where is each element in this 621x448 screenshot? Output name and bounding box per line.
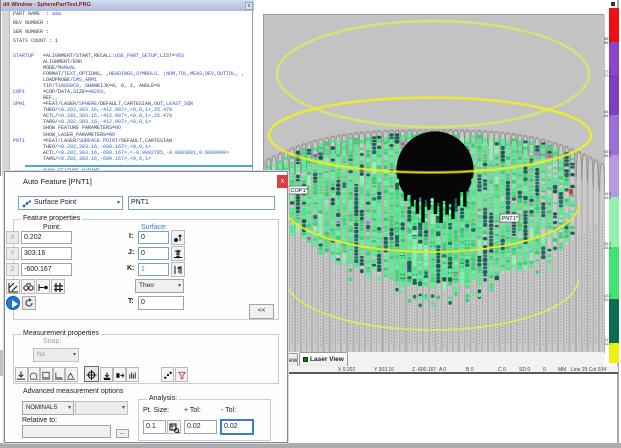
svg-text:COP1*: COP1* <box>291 188 309 194</box>
svg-text:PNT1*: PNT1* <box>502 216 519 222</box>
